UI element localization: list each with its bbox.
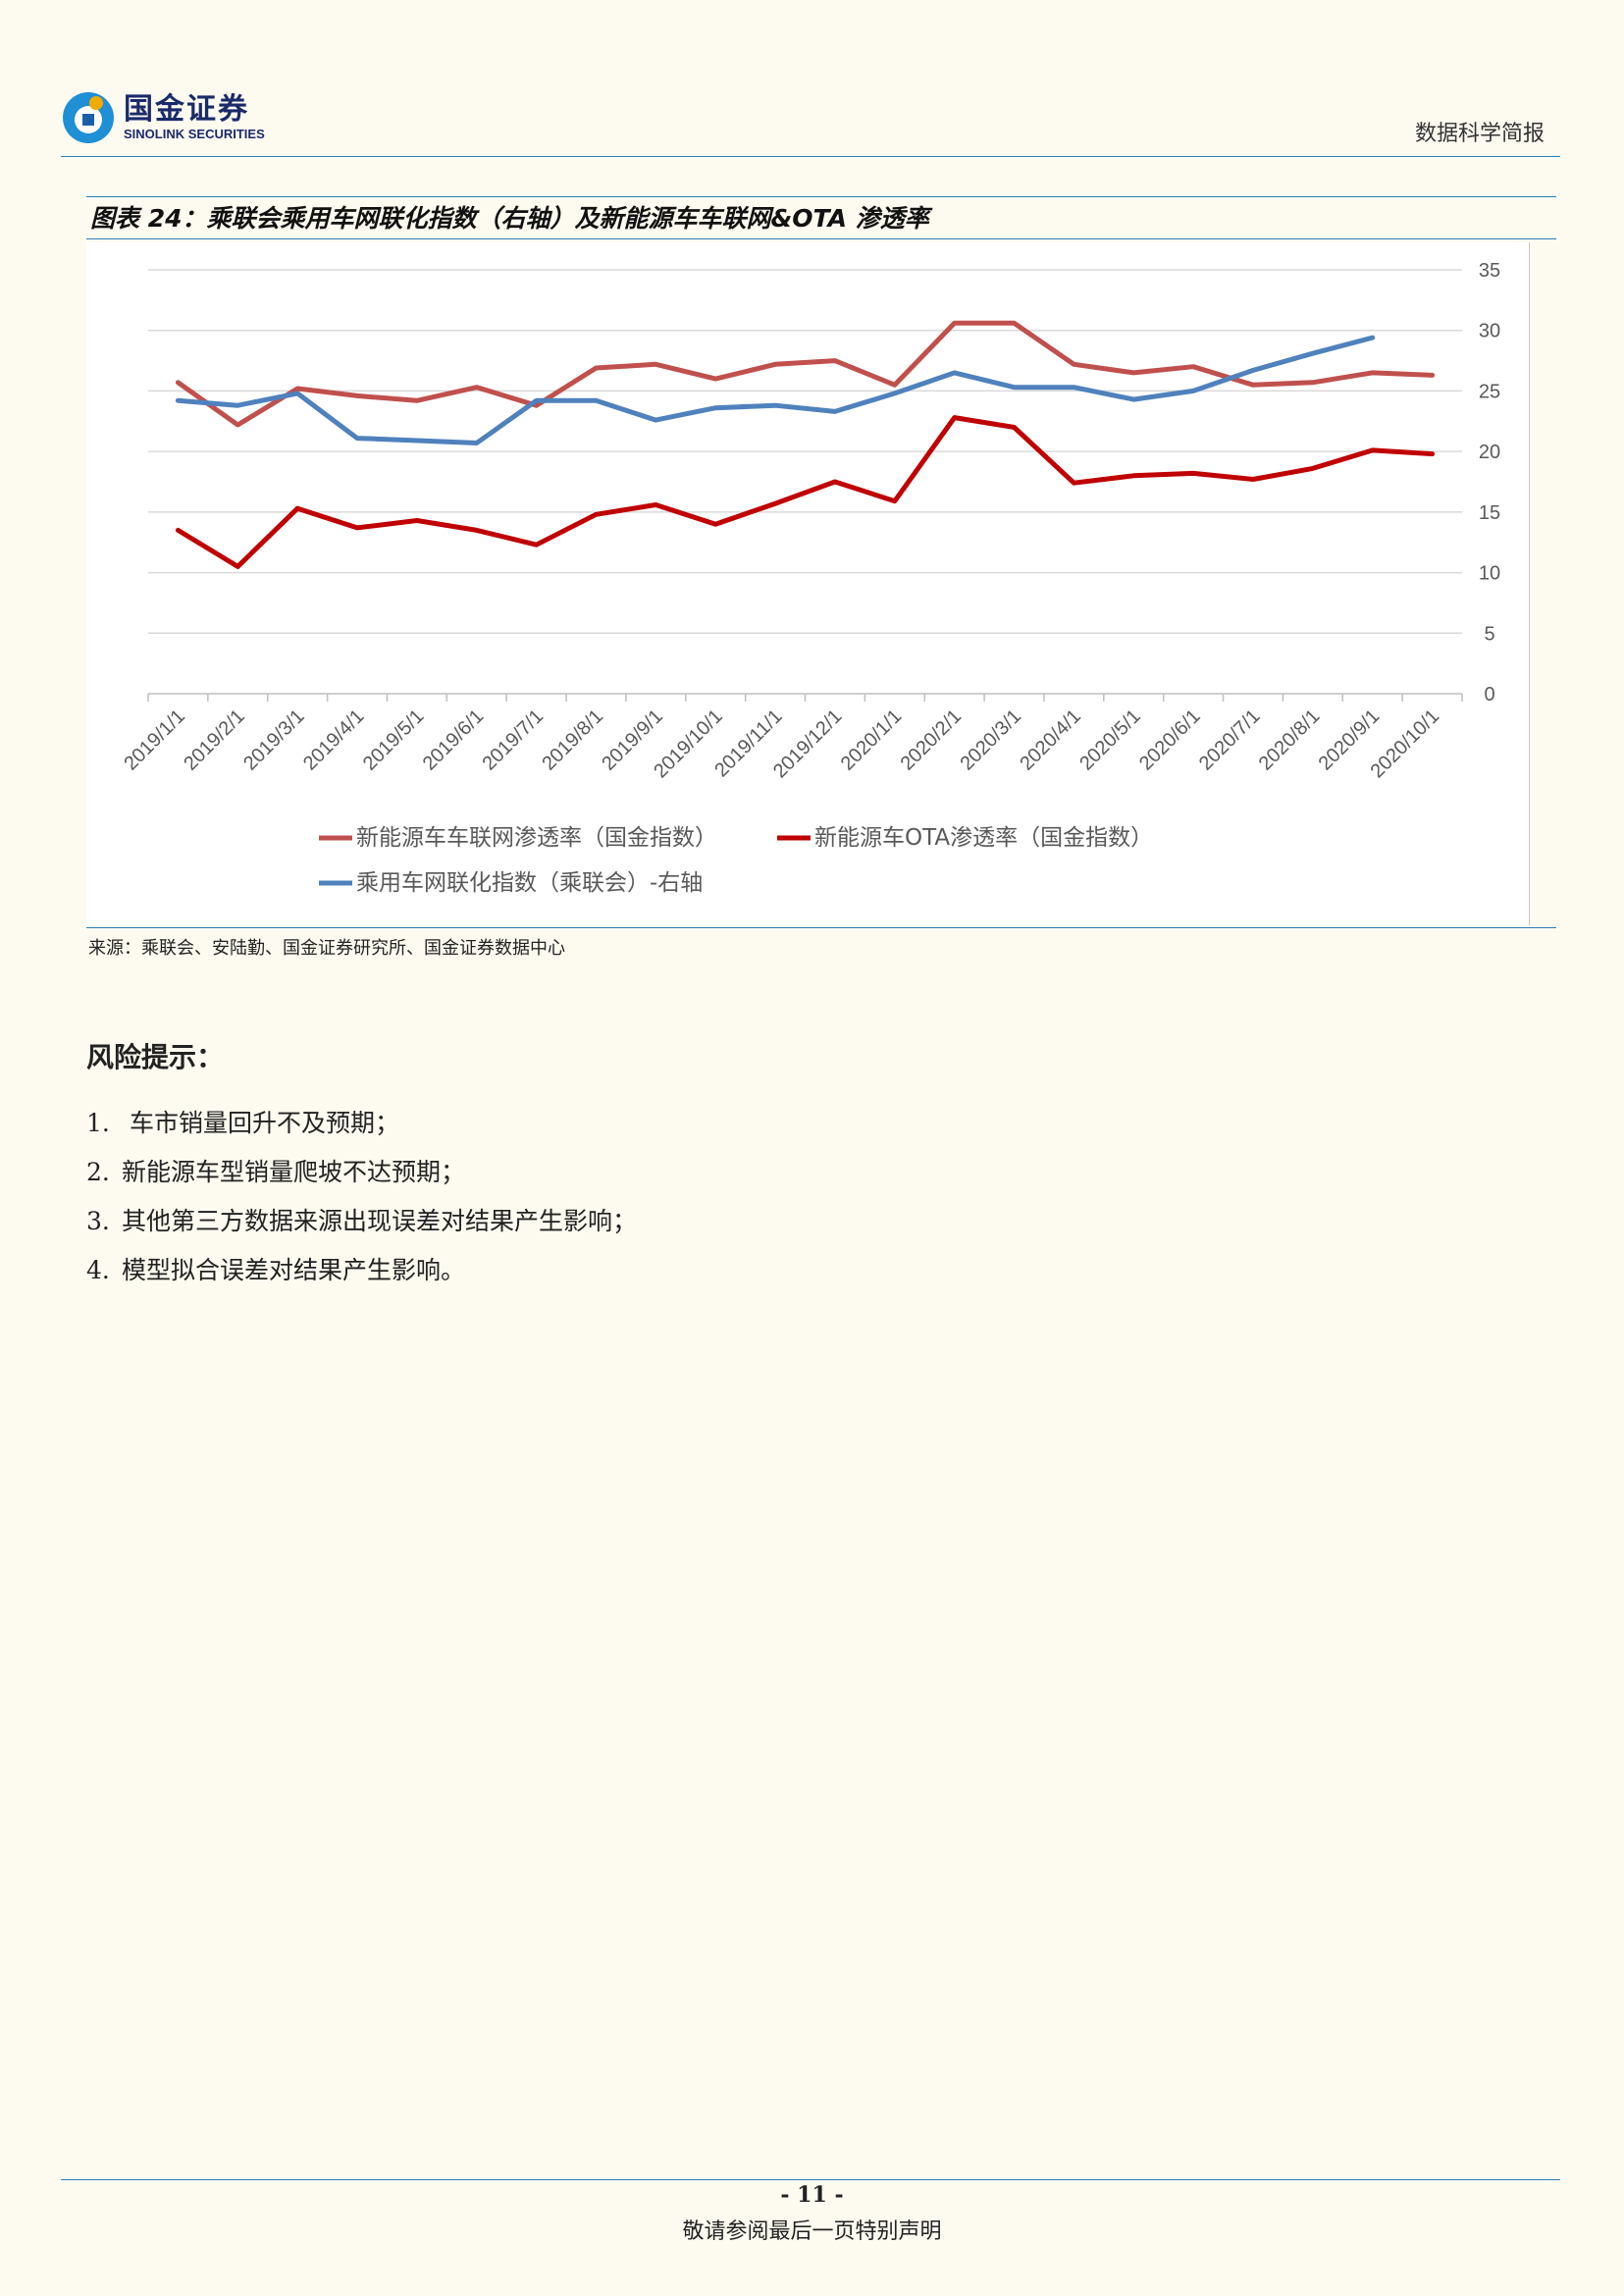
figure-title: 图表 24：乘联会乘用车网联化指数（右轴）及新能源车车联网&OTA 渗透率 — [90, 204, 929, 233]
figure-top-divider — [86, 196, 1556, 197]
risk-item: 1. 车市销量回升不及预期； — [86, 1099, 637, 1148]
line-chart: 051015202530352019/1/12019/2/12019/3/120… — [120, 260, 1500, 896]
x-tick-label: 2020/5/1 — [1075, 705, 1145, 775]
x-tick-label: 2020/7/1 — [1195, 705, 1265, 775]
x-tick-label: 2020/1/1 — [837, 705, 907, 775]
x-tick-label: 2020/2/1 — [897, 705, 967, 775]
legend-label: 乘用车网联化指数（乘联会）-右轴 — [356, 870, 703, 896]
x-tick-label: 2019/5/1 — [359, 705, 429, 775]
risk-item: 2. 新能源车型销量爬坡不达预期； — [86, 1148, 637, 1197]
logo-en-text: SINOLINK SECURITIES — [124, 127, 265, 141]
x-tick-label: 2020/3/1 — [956, 705, 1025, 775]
x-tick-label: 2020/4/1 — [1016, 705, 1085, 775]
risk-list: 1. 车市销量回升不及预期； 2. 新能源车型销量爬坡不达预期； 3. 其他第三方数… — [86, 1099, 637, 1295]
y-tick-label: 0 — [1484, 684, 1494, 705]
report-name: 数据科学简报 — [1414, 122, 1545, 146]
x-tick-label: 2019/4/1 — [299, 705, 369, 775]
chart-container: 0 5 10 15 20 25 30 35 2019/1/1 2019/2/1 2019/3/1 20… — [86, 242, 1530, 925]
risk-text: 模型拟合误差对结果产生影响。 — [122, 1256, 466, 1284]
y-tick-label: 20 — [1479, 442, 1500, 463]
risk-number: 1. — [86, 1109, 110, 1137]
risk-text: 车市销量回升不及预期； — [122, 1109, 399, 1137]
figure-title-divider — [86, 238, 1556, 239]
x-tick-label: 2020/6/1 — [1135, 705, 1205, 775]
figure-source: 来源：乘联会、安陆勤、国金证券研究所、国金证券数据中心 — [88, 938, 565, 959]
x-tick-label: 2019/8/1 — [538, 705, 607, 775]
logo-icon — [63, 92, 114, 143]
x-tick-label: 2019/7/1 — [479, 705, 549, 775]
risk-number: 4. — [86, 1256, 110, 1284]
page-number: - 11 - — [780, 2182, 844, 2208]
risk-number: 3. — [86, 1207, 110, 1235]
logo-cn-text: 国金证券 — [124, 92, 249, 127]
risk-section-title: 风险提示： — [86, 1041, 225, 1073]
x-tick-label: 2019/2/1 — [180, 705, 249, 775]
figure-bottom-divider — [86, 927, 1556, 928]
y-tick-label: 15 — [1479, 502, 1500, 524]
x-tick-label: 2019/6/1 — [419, 705, 489, 775]
footer-disclaimer: 敬请参阅最后一页特别声明 — [682, 2219, 942, 2244]
page-header: 国金证券 SINOLINK SECURITIES 数据科学简报 — [61, 90, 1560, 157]
risk-text: 新能源车型销量爬坡不达预期； — [122, 1158, 466, 1186]
footer-divider — [61, 2179, 1560, 2180]
y-tick-label: 25 — [1479, 381, 1500, 402]
risk-number: 2. — [86, 1158, 110, 1186]
x-tick-label: 2019/1/1 — [120, 705, 189, 775]
x-tick-label: 2019/3/1 — [239, 705, 309, 775]
legend-label: 新能源车车联网渗透率（国金指数） — [356, 825, 717, 851]
x-tick-label: 2020/8/1 — [1255, 705, 1325, 775]
y-tick-label: 10 — [1479, 563, 1500, 585]
y-tick-label: 35 — [1479, 260, 1500, 282]
risk-text: 其他第三方数据来源出现误差对结果产生影响； — [122, 1207, 638, 1235]
company-logo: 国金证券 SINOLINK SECURITIES — [61, 90, 265, 145]
y-tick-label: 30 — [1479, 321, 1500, 342]
legend-label: 新能源车OTA渗透率（国金指数） — [814, 825, 1153, 851]
risk-item: 3. 其他第三方数据来源出现误差对结果产生影响； — [86, 1197, 637, 1246]
risk-item: 4. 模型拟合误差对结果产生影响。 — [86, 1246, 637, 1295]
y-tick-label: 5 — [1484, 623, 1494, 645]
header-divider — [61, 156, 1560, 157]
